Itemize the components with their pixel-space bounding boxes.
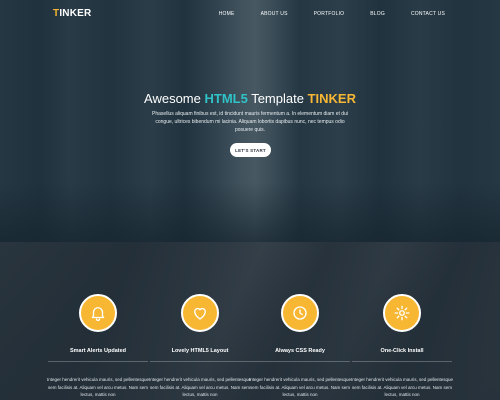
feature-icon-circle — [79, 294, 117, 332]
hero-section: TINKER HOME ABOUT US PORTFOLIO BLOG CONT… — [0, 0, 500, 242]
site-logo[interactable]: TINKER — [53, 8, 91, 19]
feature-title: One-Click Install — [380, 348, 424, 354]
gear-icon — [394, 305, 410, 321]
bell-icon — [91, 307, 105, 322]
lets-start-button[interactable]: LET'S START — [230, 143, 271, 157]
feature-divider — [352, 361, 452, 362]
nav-home[interactable]: HOME — [219, 11, 235, 17]
feature-title: Smart Alerts Updated — [69, 348, 127, 354]
feature-title: Always CSS Ready — [275, 348, 325, 354]
feature-text: Integer hendrerit vehicula mauris, sed p… — [148, 377, 252, 397]
feature-title: Lovely HTML5 Layout — [171, 348, 229, 354]
hero-overlay — [0, 182, 500, 242]
hero-description: Phasellus aliquam finibus est, id tincid… — [152, 111, 348, 133]
feature-divider — [250, 361, 350, 362]
top-navigation: TINKER HOME ABOUT US PORTFOLIO BLOG CONT… — [0, 0, 500, 28]
features-section: Smart Alerts Updated Integer hendrerit v… — [0, 242, 500, 400]
hero-title-tinker: TINKER — [307, 91, 356, 106]
hero-title-html5: HTML5 — [204, 91, 248, 106]
hero-title-part-3: Template — [247, 91, 308, 106]
feature-icon-circle — [383, 294, 421, 332]
nav-about-us[interactable]: ABOUT US — [261, 11, 288, 17]
feature-text: Integer hendrerit vehicula mauris, sed p… — [248, 377, 352, 397]
feature-icon-circle — [181, 294, 219, 332]
hero-title: Awesome HTML5 Template TINKER — [0, 91, 500, 106]
feature-divider — [150, 361, 250, 362]
heart-icon — [194, 307, 206, 320]
nav-contact-us[interactable]: CONTACT US — [411, 11, 445, 17]
hero-title-part-1: Awesome — [144, 91, 205, 106]
feature-divider — [48, 361, 148, 362]
feature-text: Integer hendrerit vehicula mauris, sed p… — [350, 377, 454, 397]
nav-blog[interactable]: BLOG — [370, 11, 385, 17]
feature-text: Integer hendrerit vehicula mauris, sed p… — [46, 377, 150, 397]
logo-rest: INKER — [59, 8, 92, 19]
clock-icon — [293, 306, 307, 320]
nav-links: HOME ABOUT US PORTFOLIO BLOG CONTACT US — [193, 11, 445, 17]
feature-icon-circle — [281, 294, 319, 332]
nav-portfolio[interactable]: PORTFOLIO — [314, 11, 345, 17]
